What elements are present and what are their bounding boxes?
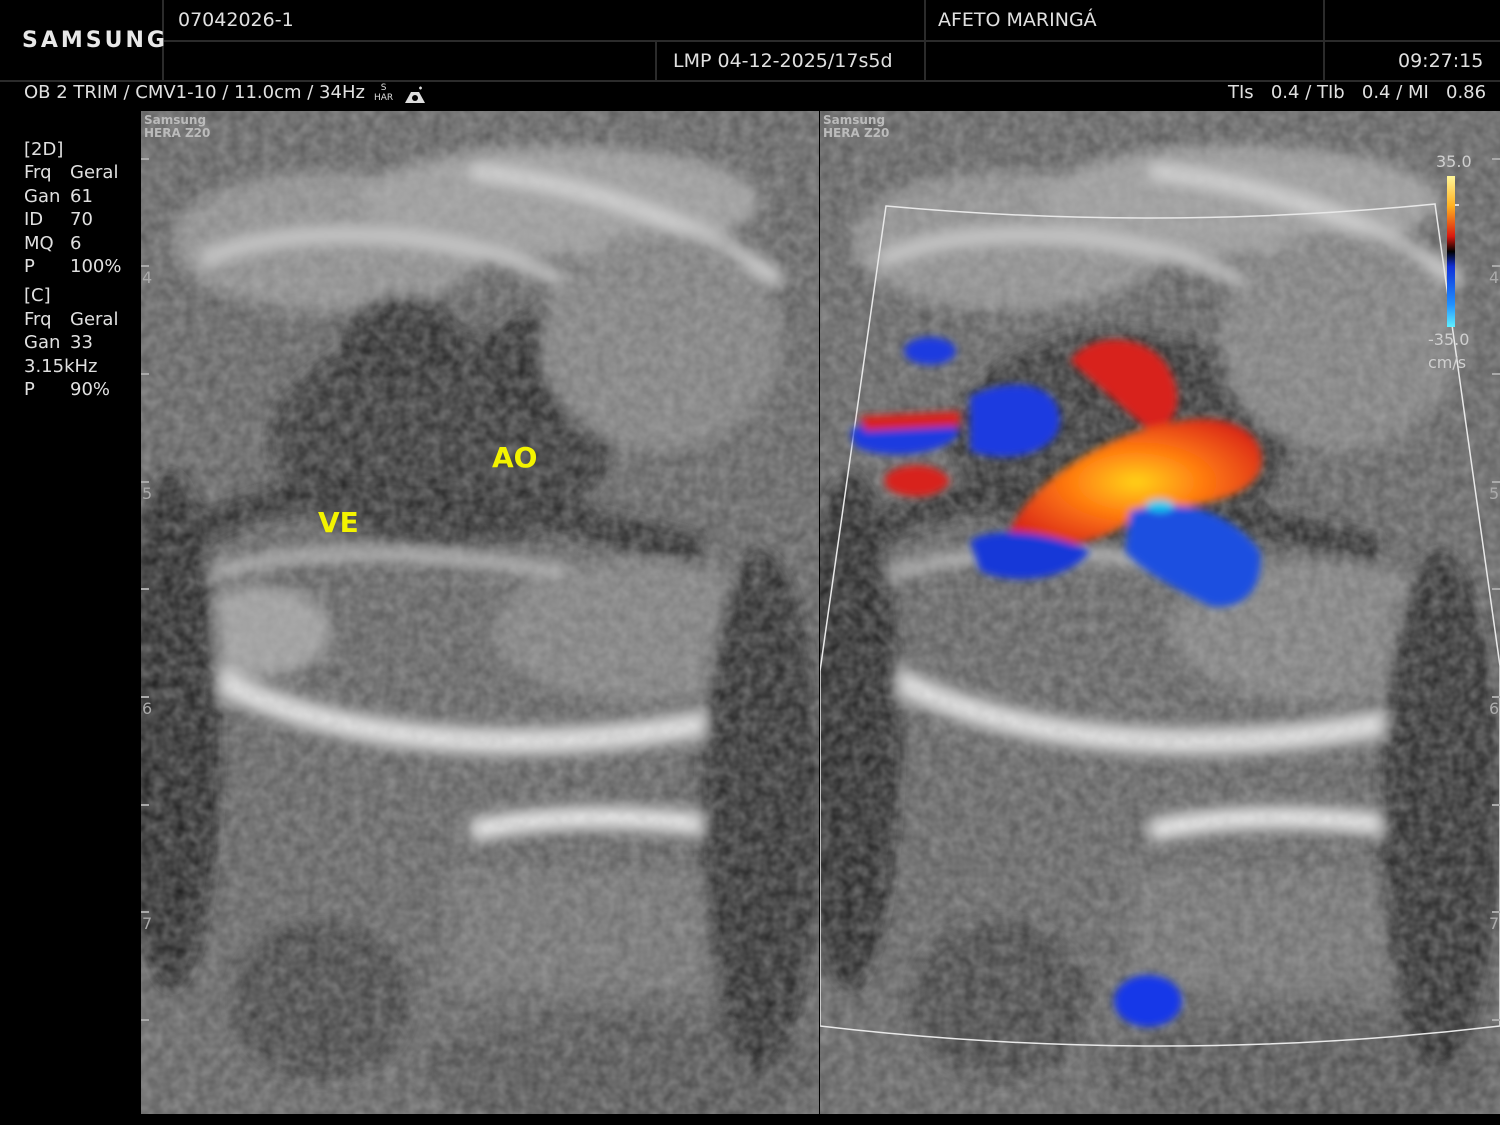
depth-right-tick: [1492, 911, 1500, 913]
param-color-value: Geral: [70, 308, 119, 330]
param-color-row: Frq Geral: [24, 308, 121, 331]
param-2d-value: 6: [70, 232, 82, 254]
depth-left-label: 5: [142, 484, 153, 503]
depth-left-tick: [141, 696, 149, 698]
parameter-panel: [2D] Frq Geral Gan 61 ID 70 MQ 6 P 100% [C] Frq Ge…: [24, 138, 121, 401]
color-doppler-pane[interactable]: Samsung HERA Z20: [820, 111, 1500, 1114]
bmode-ultrasound-image: [141, 111, 819, 1114]
device-watermark-right: Samsung HERA Z20: [823, 114, 889, 140]
depth-right-label: 4: [1489, 268, 1500, 287]
param-2d-value: 61: [70, 185, 93, 207]
param-color-key: P: [24, 379, 35, 401]
param-color-row: 3.15kHz: [24, 355, 121, 378]
param-2d-value: 70: [70, 209, 93, 231]
safety-indices: TIs 0.4 / TIb 0.4 / MI 0.86: [1228, 82, 1487, 103]
clock-time: 09:27:15: [1398, 50, 1484, 72]
param-2d-row: Gan 61: [24, 185, 121, 208]
depth-left-tick: [141, 804, 149, 806]
params-color-list: Frq Geral Gan 33 3.15kHz P 90%: [24, 308, 121, 402]
param-2d-key: MQ: [24, 232, 54, 254]
samsung-logo: SAMSUNG: [22, 28, 168, 53]
har-label: HAR: [374, 93, 394, 103]
param-color-value: 33: [70, 332, 93, 354]
depth-right-tick: [1492, 1019, 1500, 1021]
depth-left-tick: [141, 373, 149, 375]
color-doppler-image: [820, 111, 1500, 1114]
param-2d-value: Geral: [70, 162, 119, 184]
institution-name: AFETO MARINGÁ: [938, 9, 1097, 31]
depth-left-tick: [141, 1019, 149, 1021]
depth-right-tick: [1492, 588, 1500, 590]
depth-right-tick: [1492, 481, 1500, 483]
depth-left-tick: [141, 158, 149, 160]
watermark-line2: HERA Z20: [144, 126, 211, 140]
depth-left-tick: [141, 481, 149, 483]
param-2d-row: ID 70: [24, 208, 121, 231]
param-color-key: Gan: [24, 332, 61, 354]
params-2d-list: Frq Geral Gan 61 ID 70 MQ 6 P 100%: [24, 161, 121, 278]
param-2d-key: Gan: [24, 185, 61, 207]
depth-right-label: 6: [1489, 699, 1500, 718]
color-scale-min: -35.0: [1428, 330, 1470, 349]
device-watermark: Samsung HERA Z20: [144, 114, 210, 140]
param-2d-row: MQ 6: [24, 232, 121, 255]
depth-right-tick: [1492, 804, 1500, 806]
depth-right-label: 7: [1489, 914, 1500, 933]
param-color-key: Frq: [24, 308, 52, 330]
label-ve: VE: [318, 506, 359, 539]
patient-id: 07042026-1: [178, 9, 294, 31]
mode-2d-label: [2D]: [24, 139, 64, 160]
param-color-row: P 90%: [24, 378, 121, 401]
param-2d-key: P: [24, 256, 35, 278]
depth-right-tick: [1492, 265, 1500, 267]
lmp-gestational-age: LMP 04-12-2025/17s5d: [673, 50, 893, 72]
watermark-line2-right: HERA Z20: [823, 126, 890, 140]
param-2d-key: ID: [24, 209, 44, 231]
depth-left-label: 4: [142, 268, 153, 287]
depth-left-label: 6: [142, 699, 153, 718]
param-2d-row: Frq Geral: [24, 161, 121, 184]
param-color-value: 90%: [70, 379, 111, 401]
param-color-row: Gan 33: [24, 331, 121, 354]
mode-color-label: [C]: [24, 285, 51, 307]
depth-right-label: 5: [1489, 484, 1500, 503]
param-color-key: 3.15kHz: [24, 355, 98, 377]
param-2d-value: 100%: [70, 256, 122, 278]
har-indicator: S HAR: [374, 83, 393, 103]
depth-left-tick: [141, 911, 149, 913]
color-scale-unit: cm/s: [1428, 353, 1467, 372]
bmode-image-pane[interactable]: Samsung HERA Z20: [141, 111, 819, 1114]
param-2d-row: P 100%: [24, 255, 121, 278]
probe-orientation-icon: [402, 86, 428, 110]
depth-right-tick: [1492, 158, 1500, 160]
depth-left-label: 7: [142, 914, 153, 933]
depth-right-tick: [1492, 696, 1500, 698]
color-velocity-bar: [1447, 176, 1459, 327]
depth-left-tick: [141, 265, 149, 267]
har-s-label: S: [380, 83, 387, 93]
param-2d-key: Frq: [24, 162, 52, 184]
preset-info: OB 2 TRIM / CMV1-10 / 11.0cm / 34Hz: [24, 82, 365, 103]
label-ao: AO: [492, 441, 538, 474]
color-scale-max: 35.0: [1436, 152, 1472, 171]
depth-right-tick: [1492, 373, 1500, 375]
depth-left-tick: [141, 588, 149, 590]
